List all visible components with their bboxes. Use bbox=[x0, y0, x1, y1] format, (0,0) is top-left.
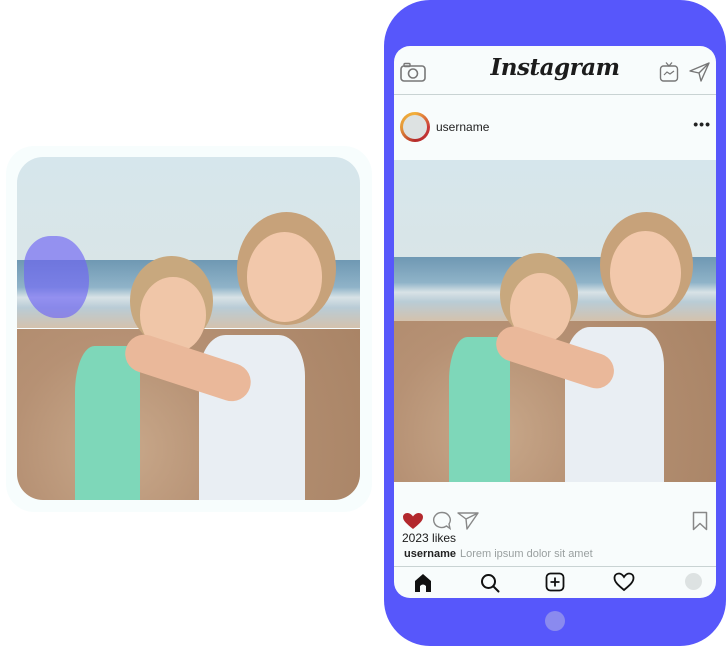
post-username[interactable]: username bbox=[436, 120, 489, 134]
app-header: Instagram bbox=[394, 46, 716, 95]
heart-icon[interactable] bbox=[402, 512, 424, 530]
likes-count[interactable]: 2023 likes bbox=[402, 531, 456, 545]
nav-add-post-icon[interactable] bbox=[545, 572, 565, 592]
igtv-icon[interactable] bbox=[659, 61, 679, 83]
direct-message-icon[interactable] bbox=[689, 62, 711, 82]
bookmark-icon[interactable] bbox=[692, 511, 708, 531]
nav-search-icon[interactable] bbox=[480, 573, 500, 593]
caption-text: Lorem ipsum dolor sit amet bbox=[459, 548, 593, 560]
nav-profile-avatar[interactable] bbox=[685, 573, 702, 590]
comment-icon[interactable] bbox=[432, 511, 452, 530]
post-photo[interactable] bbox=[394, 160, 716, 482]
caption-username[interactable]: username bbox=[404, 548, 456, 560]
nav-home-icon[interactable] bbox=[414, 573, 432, 593]
removal-highlight-region[interactable] bbox=[23, 235, 90, 319]
nav-activity-icon[interactable] bbox=[613, 572, 635, 592]
user-avatar[interactable] bbox=[400, 112, 430, 142]
phone-home-button[interactable] bbox=[545, 611, 565, 631]
bottom-nav bbox=[394, 566, 716, 598]
post-caption: username Lorem ipsum dolor sit amet bbox=[404, 548, 593, 560]
post-header: username ••• bbox=[394, 108, 716, 148]
more-options-icon[interactable]: ••• bbox=[693, 116, 711, 132]
share-icon[interactable] bbox=[457, 511, 479, 530]
original-photo bbox=[17, 157, 360, 500]
